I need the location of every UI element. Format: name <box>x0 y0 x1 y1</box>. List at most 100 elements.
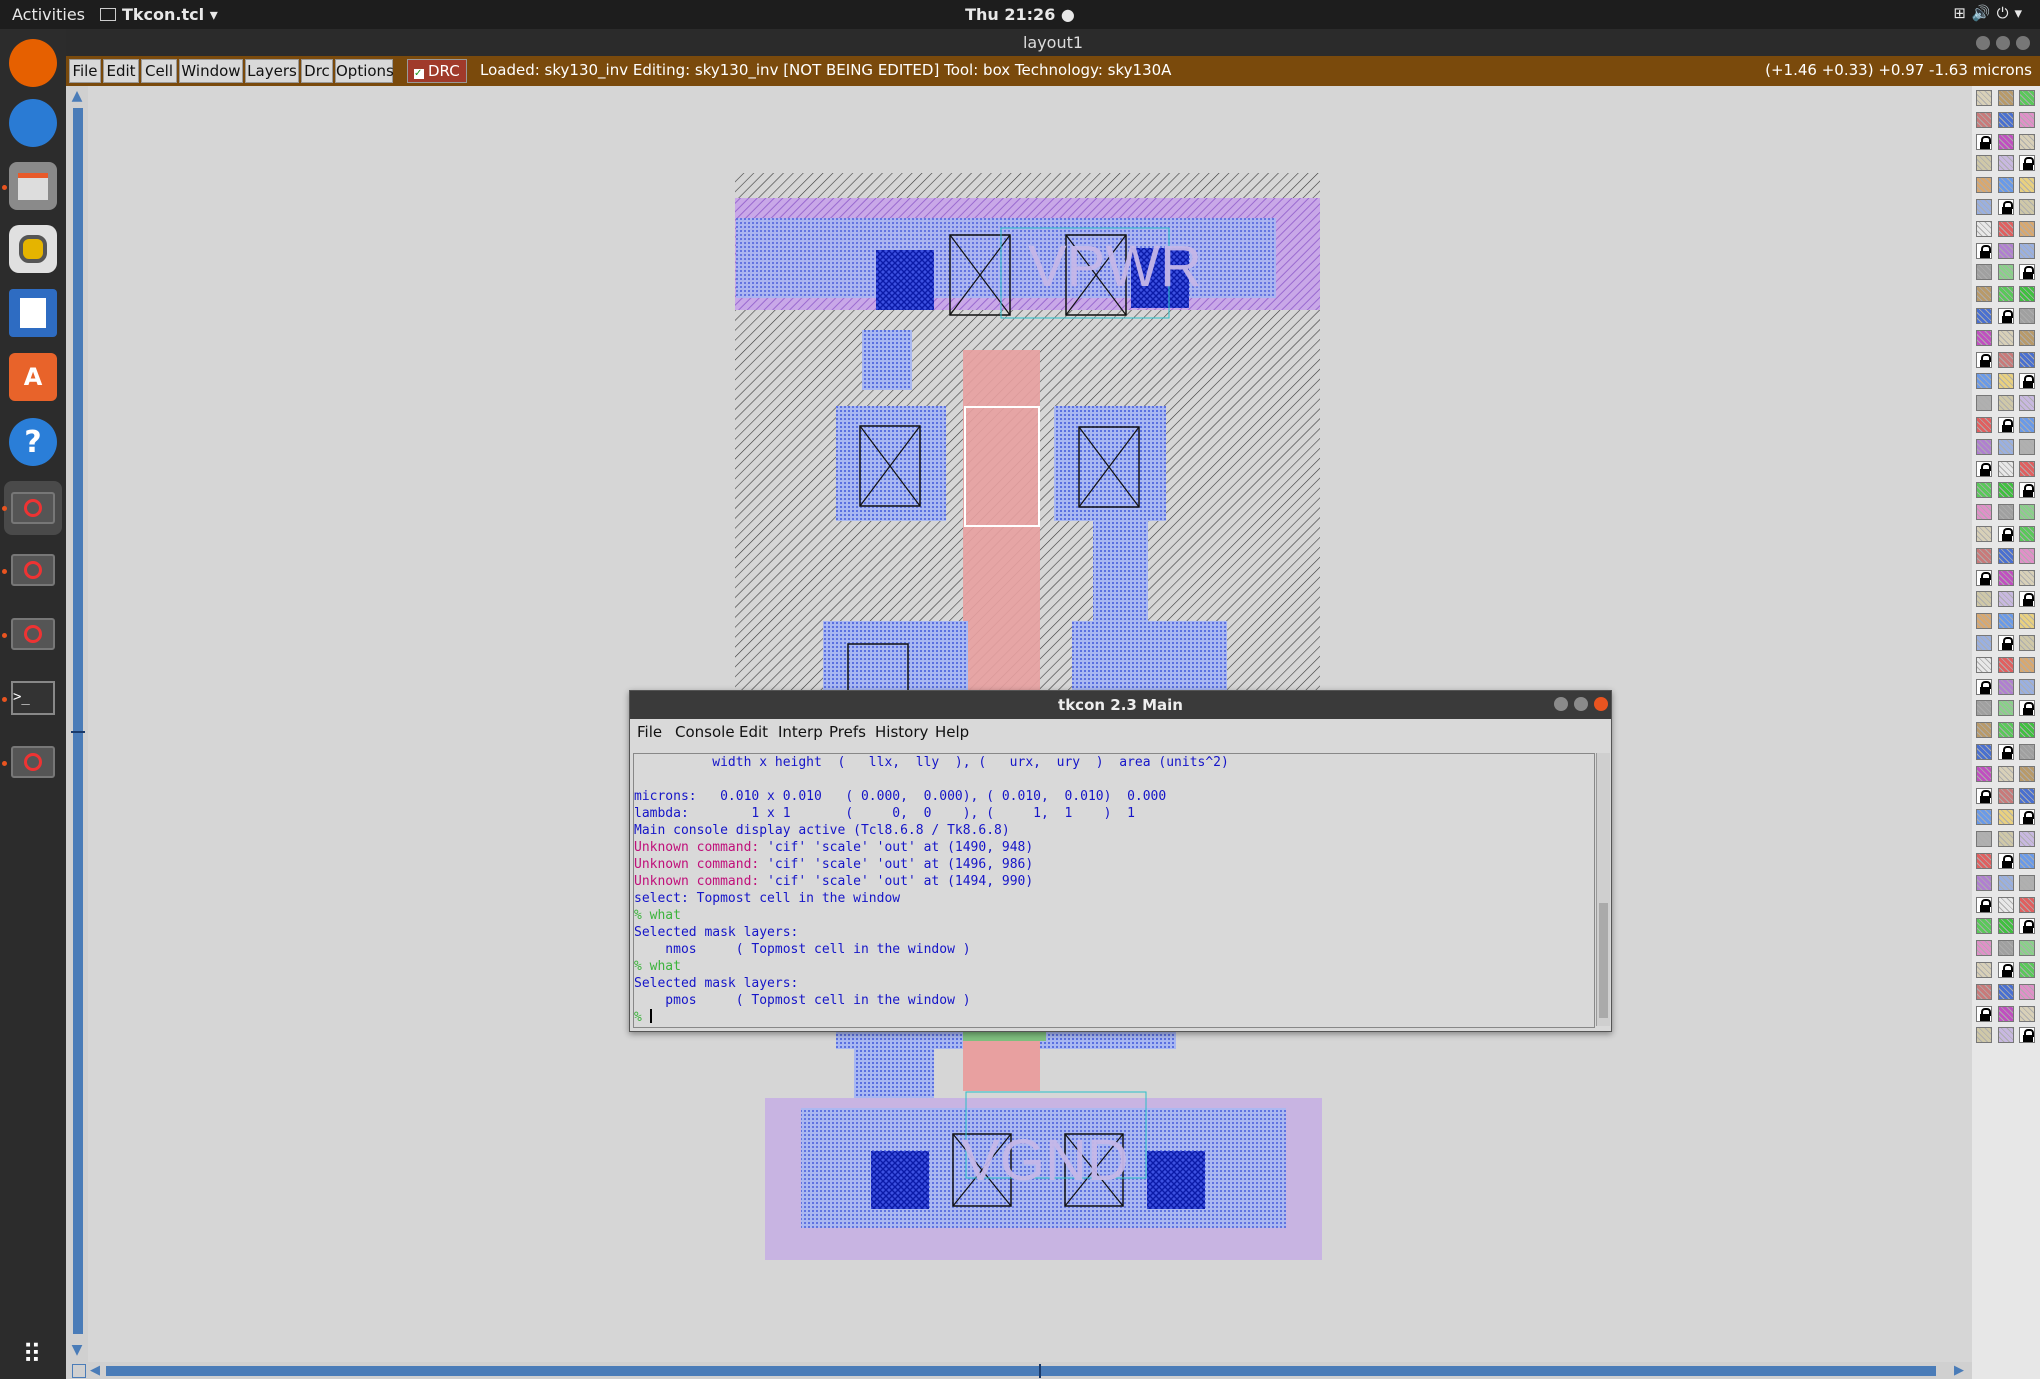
layer-swatch[interactable] <box>2019 722 2035 739</box>
show-applications-icon[interactable]: ⠿ <box>9 1331 57 1379</box>
volume-icon[interactable]: 🔊 <box>1972 4 1997 22</box>
layer-swatch[interactable] <box>2019 874 2035 891</box>
layer-lock-icon[interactable] <box>1998 635 2014 651</box>
layer-swatch[interactable] <box>1976 90 1992 106</box>
layer-swatch[interactable] <box>1976 329 1992 346</box>
layer-swatch[interactable] <box>2019 547 2035 564</box>
tkcon-console-output[interactable]: width x height ( llx, lly ), ( urx, ury … <box>633 753 1595 1028</box>
layer-swatch[interactable] <box>1998 613 2014 630</box>
layer-lock-icon[interactable] <box>1976 569 1992 586</box>
layer-swatch[interactable] <box>1998 438 2014 455</box>
layer-lock-icon[interactable] <box>1998 308 2014 324</box>
layer-swatch[interactable] <box>2019 635 2035 651</box>
layer-swatch[interactable] <box>1976 504 1992 521</box>
layer-swatch[interactable] <box>1998 1027 2014 1044</box>
layer-palette[interactable] <box>1972 86 2040 1379</box>
no-entry-app-icon[interactable] <box>9 738 57 786</box>
layer-swatch[interactable] <box>2019 896 2035 913</box>
layer-lock-icon[interactable] <box>1998 199 2014 215</box>
tk-menu-interp[interactable]: Interp <box>778 723 823 741</box>
tk-menu-history[interactable]: History <box>875 723 928 741</box>
layer-swatch[interactable] <box>1976 417 1992 433</box>
layer-lock-icon[interactable] <box>2019 809 2035 826</box>
no-entry-app-icon[interactable] <box>9 546 57 594</box>
layer-swatch[interactable] <box>2019 1005 2035 1022</box>
layer-swatch[interactable] <box>2019 351 2035 368</box>
minimize-icon[interactable] <box>1976 36 1990 50</box>
layer-swatch[interactable] <box>1976 1027 1992 1044</box>
layer-swatch[interactable] <box>1976 853 1992 869</box>
layer-lock-icon[interactable] <box>1976 678 1992 695</box>
menu-edit[interactable]: Edit <box>103 59 139 83</box>
layer-swatch[interactable] <box>1976 918 1992 935</box>
scroll-left-icon[interactable]: ◀ <box>90 1363 100 1378</box>
clock[interactable]: Thu 21:26 ● <box>0 5 2040 24</box>
layer-lock-icon[interactable] <box>2019 264 2035 281</box>
tk-menu-file[interactable]: File <box>637 723 662 741</box>
layer-swatch[interactable] <box>1976 809 1992 826</box>
terminal-icon[interactable]: >_ <box>9 674 57 722</box>
layer-swatch[interactable] <box>2019 395 2035 412</box>
layer-swatch[interactable] <box>2019 111 2035 128</box>
layer-swatch[interactable] <box>1998 787 2014 804</box>
layer-swatch[interactable] <box>2019 286 2035 303</box>
layer-swatch[interactable] <box>1998 329 2014 346</box>
layer-swatch[interactable] <box>1976 220 1992 237</box>
scroll-corner-icon[interactable] <box>72 1364 86 1378</box>
layer-lock-icon[interactable] <box>1998 417 2014 433</box>
layer-swatch[interactable] <box>2019 242 2035 259</box>
layer-swatch[interactable] <box>1998 896 2014 913</box>
layer-swatch[interactable] <box>1998 874 2014 891</box>
layer-swatch[interactable] <box>1998 918 2014 935</box>
layer-swatch[interactable] <box>1976 155 1992 172</box>
layer-swatch[interactable] <box>1998 809 2014 826</box>
layer-swatch[interactable] <box>1998 831 2014 848</box>
layer-swatch[interactable] <box>2019 460 2035 477</box>
system-tray[interactable]: ⊞🔊⏻▾ <box>1953 4 2028 22</box>
layer-swatch[interactable] <box>2019 133 2035 150</box>
layer-swatch[interactable] <box>1998 547 2014 564</box>
layer-swatch[interactable] <box>1998 983 2014 1000</box>
layer-swatch[interactable] <box>1976 286 1992 303</box>
layer-lock-icon[interactable] <box>2019 482 2035 499</box>
layer-lock-icon[interactable] <box>2019 155 2035 172</box>
layer-lock-icon[interactable] <box>2019 591 2035 608</box>
layer-swatch[interactable] <box>1998 722 2014 739</box>
tkcon-scroll-thumb[interactable] <box>1599 903 1608 1018</box>
layer-lock-icon[interactable] <box>2019 373 2035 390</box>
layer-swatch[interactable] <box>1998 940 2014 957</box>
layer-swatch[interactable] <box>1998 591 2014 608</box>
layer-swatch[interactable] <box>1998 373 2014 390</box>
chevron-down-icon[interactable]: ▾ <box>2014 4 2028 22</box>
layer-lock-icon[interactable] <box>1998 853 2014 869</box>
layer-swatch[interactable] <box>2019 504 2035 521</box>
layer-swatch[interactable] <box>1998 504 2014 521</box>
layer-lock-icon[interactable] <box>1998 744 2014 760</box>
layer-lock-icon[interactable] <box>2019 1027 2035 1044</box>
layer-lock-icon[interactable] <box>1976 133 1992 150</box>
layer-swatch[interactable] <box>1976 722 1992 739</box>
layer-swatch[interactable] <box>1998 177 2014 194</box>
layer-swatch[interactable] <box>1976 111 1992 128</box>
layer-lock-icon[interactable] <box>1976 242 1992 259</box>
layer-lock-icon[interactable] <box>2019 918 2035 935</box>
layer-lock-icon[interactable] <box>1976 351 1992 368</box>
layer-swatch[interactable] <box>1998 1005 2014 1022</box>
layer-swatch[interactable] <box>1976 831 1992 848</box>
layer-swatch[interactable] <box>1976 744 1992 760</box>
layer-swatch[interactable] <box>1976 940 1992 957</box>
thunderbird-icon[interactable] <box>9 99 57 147</box>
layer-swatch[interactable] <box>1976 613 1992 630</box>
layer-swatch[interactable] <box>1998 482 2014 499</box>
layer-swatch[interactable] <box>1976 438 1992 455</box>
network-icon[interactable]: ⊞ <box>1953 4 1972 22</box>
layer-swatch[interactable] <box>1976 395 1992 412</box>
layer-swatch[interactable] <box>1976 547 1992 564</box>
layer-swatch[interactable] <box>1998 656 2014 673</box>
layer-swatch[interactable] <box>1976 308 1992 324</box>
layer-swatch[interactable] <box>2019 656 2035 673</box>
menu-window[interactable]: Window <box>179 59 243 83</box>
layer-swatch[interactable] <box>2019 220 2035 237</box>
help-icon[interactable]: ? <box>9 418 57 466</box>
horizontal-scroll-track[interactable] <box>106 1366 1936 1376</box>
